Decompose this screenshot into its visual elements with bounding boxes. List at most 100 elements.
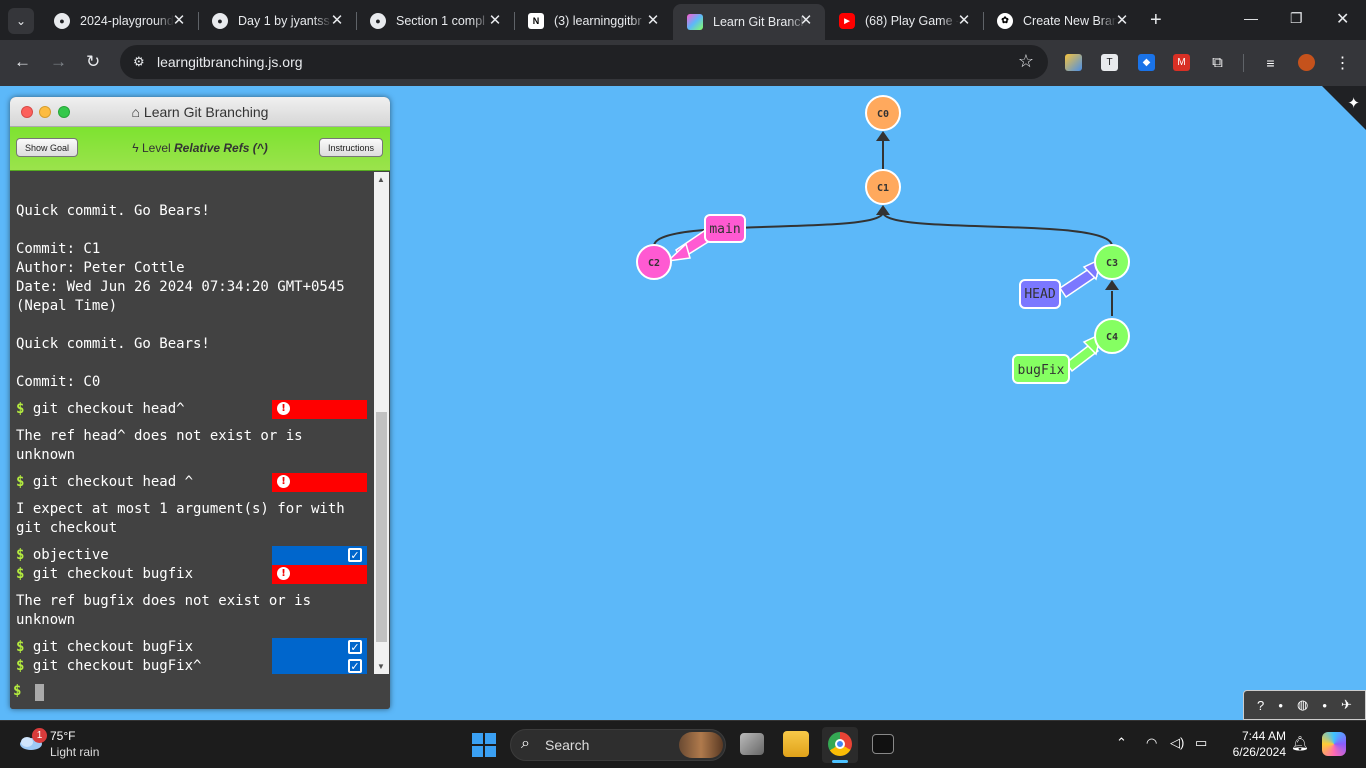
output-line: unknown xyxy=(16,447,76,463)
commit-node-c3[interactable]: C3 xyxy=(1094,244,1130,280)
chevron-down-icon: ⌄ xyxy=(15,14,27,28)
forward-icon[interactable]: → xyxy=(50,52,67,72)
terminal-icon[interactable] xyxy=(872,734,894,754)
terminal-title: Learn Git Branching xyxy=(143,104,269,120)
close-tab-icon[interactable]: ✕ xyxy=(955,11,973,29)
close-tab-icon[interactable]: ✕ xyxy=(1113,11,1131,29)
bookmark-star-icon[interactable]: ☆ xyxy=(1018,51,1034,72)
bell-icon[interactable]: 🔔︎ xyxy=(1291,735,1309,752)
puzzle-icon[interactable]: ⧉ xyxy=(1209,54,1226,71)
start-button[interactable] xyxy=(472,733,496,757)
instructions-button[interactable]: Instructions xyxy=(319,138,384,157)
output-line: git checkout xyxy=(16,520,118,536)
wifi-icon[interactable]: ◠ xyxy=(1146,735,1157,751)
terminal-output: Quick commit. Go Bears! Commit: C1 Autho… xyxy=(10,172,378,674)
menu-kebab-icon[interactable]: ⋮ xyxy=(1334,54,1351,72)
close-tab-icon[interactable]: ✕ xyxy=(328,11,346,29)
extension-icon[interactable] xyxy=(1065,54,1082,71)
youtube-icon: ▶ xyxy=(839,12,855,29)
scroll-down-icon[interactable]: ▼ xyxy=(377,662,385,671)
openai-icon: ✿ xyxy=(997,12,1013,29)
notification-badge: 1 xyxy=(32,728,47,743)
command-input[interactable]: $ xyxy=(10,674,390,709)
terminal-window: ⌂ Learn Git Branching Show Goal ϟ Level … xyxy=(10,97,390,709)
close-tab-icon[interactable]: ✕ xyxy=(797,11,815,29)
url-text: learngitbranching.js.org xyxy=(157,54,303,70)
extension-icon[interactable]: ◆ xyxy=(1138,54,1155,71)
output-line: Date: Wed Jun 26 2024 07:34:20 GMT+0545 xyxy=(16,279,345,295)
branch-label-bugfix[interactable]: bugFix xyxy=(1012,354,1070,384)
scroll-up-icon[interactable]: ▲ xyxy=(377,175,385,184)
output-line: unknown xyxy=(16,612,76,628)
pin-icon[interactable]: ✦ xyxy=(1347,94,1360,112)
new-tab-button[interactable]: + xyxy=(1150,10,1162,30)
svg-text:bugFix: bugFix xyxy=(1018,363,1065,378)
terminal-scrollbar[interactable]: ▲ ▼ xyxy=(374,172,389,674)
commit-node-c2[interactable]: C2 xyxy=(636,244,672,280)
site-info-icon[interactable]: ⚙ xyxy=(133,54,145,70)
home-icon: ⌂ xyxy=(131,104,141,120)
twitter-icon[interactable]: ✈ xyxy=(1341,697,1352,713)
output-line: Quick commit. Go Bears! xyxy=(16,336,210,352)
chrome-taskbar-slot[interactable] xyxy=(822,727,858,763)
github-icon: ● xyxy=(54,12,70,29)
copilot-icon[interactable] xyxy=(1322,732,1346,756)
search-icon: ⌕ xyxy=(521,735,530,752)
output-line: The ref head^ does not exist or is xyxy=(16,428,303,444)
globe-icon[interactable]: ◍ xyxy=(1297,697,1308,713)
volume-icon[interactable]: ◁) xyxy=(1170,735,1184,751)
chevron-up-icon[interactable]: ⌃ xyxy=(1116,735,1127,751)
taskbar-search[interactable]: ⌕ Search xyxy=(510,729,726,761)
commit-node-c1[interactable]: C1 xyxy=(865,169,901,205)
output-line: (Nepal Time) xyxy=(16,298,118,314)
command-line: $ git checkout bugfix xyxy=(16,566,194,582)
reload-icon[interactable]: ↻ xyxy=(86,52,100,72)
close-tab-icon[interactable]: ✕ xyxy=(644,11,662,29)
command-line: $ git checkout bugFix xyxy=(16,639,194,655)
extension-icon[interactable]: T xyxy=(1101,54,1118,71)
tab-learninggitbr[interactable]: N (3) learninggitbr ✕ xyxy=(514,4,672,37)
minimize-icon[interactable]: — xyxy=(1244,10,1258,26)
page-content: C0 C1 C2 C3 C4 main HEAD bugFix ✦ ⌂ Lear… xyxy=(0,86,1366,720)
output-line: Commit: C0 xyxy=(16,374,101,390)
commit-node-c4[interactable]: C4 xyxy=(1094,318,1130,354)
close-tab-icon[interactable]: ✕ xyxy=(170,11,188,29)
scrollbar-thumb[interactable] xyxy=(376,412,387,642)
tab-learn-git-branching[interactable]: Learn Git Branch ✕ xyxy=(673,4,825,40)
restore-icon[interactable]: ❐ xyxy=(1290,10,1303,27)
command-line: $ git checkout head ^ xyxy=(16,474,194,490)
branch-label-head[interactable]: HEAD xyxy=(1019,279,1061,309)
file-explorer-icon[interactable] xyxy=(783,731,809,757)
lgb-icon xyxy=(687,14,703,30)
address-bar[interactable]: ⚙ learngitbranching.js.org ☆ xyxy=(120,45,1048,79)
svg-text:C2: C2 xyxy=(648,258,660,269)
command-error-badge: ! xyxy=(272,565,367,584)
extension-icon[interactable]: M xyxy=(1173,54,1190,71)
commit-node-c0[interactable]: C0 xyxy=(865,95,901,131)
github-icon: ● xyxy=(370,12,386,29)
terminal-titlebar: ⌂ Learn Git Branching xyxy=(10,97,390,127)
tab-day-1[interactable]: ● Day 1 by jyantss ✕ xyxy=(198,4,356,37)
task-view-icon[interactable] xyxy=(740,733,764,755)
checkbox-checked-icon: ✓ xyxy=(348,640,362,654)
svg-text:C0: C0 xyxy=(877,109,889,120)
media-control-icon[interactable]: ≡ xyxy=(1262,54,1279,71)
tab-section-1[interactable]: ● Section 1 compl ✕ xyxy=(356,4,514,37)
battery-icon[interactable]: ▭ xyxy=(1195,735,1207,751)
system-clock[interactable]: 7:44 AM 6/26/2024 xyxy=(1233,728,1286,760)
tab-search-button[interactable]: ⌄ xyxy=(8,8,34,34)
close-tab-icon[interactable]: ✕ xyxy=(486,11,504,29)
branch-label-main[interactable]: main xyxy=(704,214,746,243)
weather-condition: Light rain xyxy=(50,745,100,759)
tab-play-game[interactable]: ▶ (68) Play Game - ✕ xyxy=(825,4,983,37)
tab-create-new-branch[interactable]: ✿ Create New Bran ✕ xyxy=(983,4,1141,37)
command-line: $ objective xyxy=(16,547,109,563)
profile-avatar[interactable] xyxy=(1298,54,1315,71)
svg-text:C1: C1 xyxy=(877,183,889,194)
window-close-icon[interactable]: ✕ xyxy=(1336,9,1349,29)
bolt-icon: ϟ xyxy=(132,141,139,155)
tab-2024-playground[interactable]: ● 2024-playground ✕ xyxy=(40,4,198,37)
back-icon[interactable]: ← xyxy=(14,52,31,72)
windows-taskbar: 1 75°F Light rain ⌕ Search ⌃ ◠ ◁) ▭ 7:44… xyxy=(0,720,1366,768)
help-icon[interactable]: ? xyxy=(1257,698,1264,713)
